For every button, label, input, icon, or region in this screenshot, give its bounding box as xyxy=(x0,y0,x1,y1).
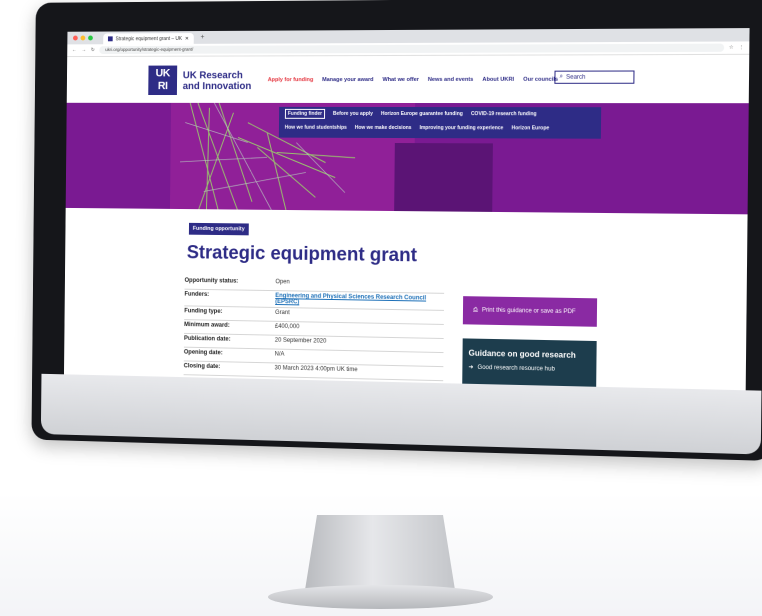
logo-text[interactable]: UK Research and Innovation xyxy=(183,70,252,92)
details-label: Publication date: xyxy=(183,335,231,343)
arrow-right-icon: ➜ xyxy=(468,364,474,371)
details-value: £400,000 xyxy=(274,323,300,331)
monitor-stand-base xyxy=(268,585,493,609)
sub-nav-covid-funding[interactable]: COVID-19 research funding xyxy=(471,111,537,117)
nav-our-councils[interactable]: Our councils xyxy=(523,77,558,83)
nav-news-and-events[interactable]: News and events xyxy=(428,77,474,83)
guidance-link-label: Good research resource hub xyxy=(477,364,555,373)
sub-nav-row-2: How we fund studentships How we make dec… xyxy=(279,121,601,136)
print-guidance-button[interactable]: ⎙ Print this guidance or save as PDF xyxy=(462,296,598,327)
url-field[interactable]: ukri.org/opportunity/strategic-equipment… xyxy=(99,43,724,55)
back-icon[interactable]: ← xyxy=(72,47,77,53)
details-label: Opportunity status: xyxy=(184,277,239,285)
sub-nav-funding-experience[interactable]: Improving your funding experience xyxy=(419,125,503,131)
printer-icon: ⎙ xyxy=(473,306,478,314)
guidance-link[interactable]: ➜ Good research resource hub xyxy=(468,364,590,374)
close-tab-icon[interactable]: ✕ xyxy=(185,36,189,42)
details-table: Opportunity status: Open Funders: Engine… xyxy=(183,275,445,382)
sub-nav-studentships[interactable]: How we fund studentships xyxy=(285,125,347,131)
logo-line2: and Innovation xyxy=(182,81,252,93)
sub-nav-row-1: Funding finder Before you apply Horizon … xyxy=(279,107,601,122)
menu-icon[interactable]: ⋮ xyxy=(739,45,744,51)
ukri-logo-mark[interactable]: UK RI xyxy=(148,65,178,96)
details-value: N/A xyxy=(274,351,285,358)
details-label: Minimum award: xyxy=(184,322,230,329)
star-icon[interactable]: ☆ xyxy=(729,45,734,51)
monitor-stand-neck xyxy=(305,515,455,590)
minimize-window-icon[interactable] xyxy=(80,35,86,41)
sub-nav-horizon-europe[interactable]: Horizon Europe xyxy=(511,125,549,131)
screen: Strategic equipment grant – UK ✕ + ← → ↻… xyxy=(63,28,750,428)
page-title: Strategic equipment grant xyxy=(186,242,418,267)
sub-nav-before-you-apply[interactable]: Before you apply xyxy=(333,111,373,117)
search-input[interactable]: ⌕ Search xyxy=(554,70,635,84)
sub-nav-funding-finder[interactable]: Funding finder xyxy=(284,108,326,119)
close-window-icon[interactable] xyxy=(73,35,78,41)
details-value: Grant xyxy=(275,309,290,317)
new-tab-button[interactable]: + xyxy=(200,34,204,41)
search-icon: ⌕ xyxy=(559,73,564,80)
details-label: Funding type: xyxy=(184,308,223,315)
ukri-favicon-icon xyxy=(107,36,113,42)
details-label: Opening date: xyxy=(183,349,223,357)
details-value: 20 September 2020 xyxy=(274,337,327,345)
funder-link[interactable]: Engineering and Physical Sciences Resear… xyxy=(275,293,426,305)
nav-what-we-offer[interactable]: What we offer xyxy=(382,77,419,83)
sub-nav-horizon-guarantee[interactable]: Horizon Europe guarantee funding xyxy=(381,111,463,117)
maximize-window-icon[interactable] xyxy=(88,35,93,41)
logo-mark-line2: RI xyxy=(157,80,168,93)
tab-title: Strategic equipment grant – UK xyxy=(115,35,183,42)
search-label: Search xyxy=(566,74,586,81)
hero-dark-block xyxy=(394,143,493,212)
details-value: 30 March 2023 4:00pm UK time xyxy=(274,365,358,374)
funding-sub-nav: Funding finder Before you apply Horizon … xyxy=(278,106,602,139)
nav-manage-your-award[interactable]: Manage your award xyxy=(322,77,374,83)
details-label: Funders: xyxy=(184,291,210,298)
logo-line1: UK Research xyxy=(182,70,243,82)
reload-icon[interactable]: ↻ xyxy=(91,47,95,53)
monitor: Strategic equipment grant – UK ✕ + ← → ↻… xyxy=(31,0,762,461)
print-label: Print this guidance or save as PDF xyxy=(481,307,576,316)
nav-apply-for-funding[interactable]: Apply for funding xyxy=(268,77,314,83)
logo-mark-line1: UK xyxy=(155,67,170,80)
details-label: Closing date: xyxy=(183,363,221,371)
sub-nav-decisions[interactable]: How we make decisions xyxy=(355,125,412,131)
nav-about-ukri[interactable]: About UKRI xyxy=(482,77,514,83)
details-value: Engineering and Physical Sciences Resear… xyxy=(275,293,444,308)
opportunity-badge: Funding opportunity xyxy=(188,222,249,236)
site-header: UK RI UK Research and Innovation Apply f… xyxy=(67,55,750,103)
details-value: Open xyxy=(275,279,290,286)
guidance-title: Guidance on good research xyxy=(468,348,576,360)
forward-icon[interactable]: → xyxy=(81,47,86,53)
hero-banner: Funding finder Before you apply Horizon … xyxy=(65,102,749,215)
browser-tab[interactable]: Strategic equipment grant – UK ✕ xyxy=(103,33,194,45)
main-nav: Apply for funding Manage your award What… xyxy=(268,77,558,83)
